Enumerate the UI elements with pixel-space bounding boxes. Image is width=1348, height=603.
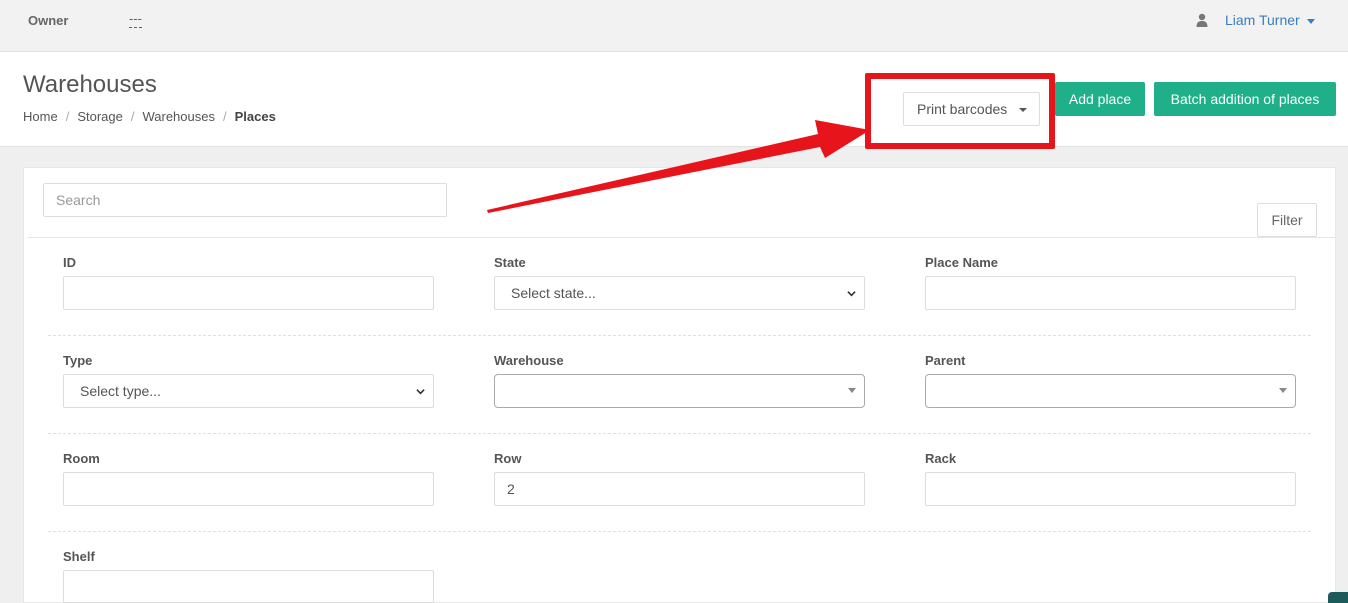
owner-label: Owner <box>28 13 69 28</box>
chevron-down-icon <box>847 291 856 297</box>
row-input[interactable]: 2 <box>494 472 865 506</box>
room-label: Room <box>63 451 100 466</box>
type-select[interactable]: Select type... <box>63 374 434 408</box>
state-select[interactable]: Select state... <box>494 276 865 310</box>
state-label: State <box>494 255 526 270</box>
breadcrumb-separator: / <box>65 109 70 124</box>
search-input[interactable] <box>43 183 447 217</box>
filter-button[interactable]: Filter <box>1257 203 1317 237</box>
state-select-value: Select state... <box>511 285 596 301</box>
page-title: Warehouses <box>23 71 157 98</box>
parent-label: Parent <box>925 353 966 368</box>
print-barcodes-label: Print barcodes <box>917 101 1008 117</box>
chevron-down-icon[interactable] <box>1307 19 1315 24</box>
id-label: ID <box>63 255 76 270</box>
caret-down-icon <box>1279 388 1287 393</box>
user-menu[interactable]: Liam Turner <box>1225 12 1300 28</box>
room-input[interactable] <box>63 472 434 506</box>
row-separator <box>48 433 1311 434</box>
batch-addition-button[interactable]: Batch addition of places <box>1154 82 1336 116</box>
caret-down-icon <box>848 388 856 393</box>
breadcrumb-home[interactable]: Home <box>23 109 58 124</box>
annotation-arrow-icon <box>487 120 870 213</box>
row-separator <box>48 531 1311 532</box>
divider <box>28 237 1336 238</box>
chat-widget-icon[interactable] <box>1328 592 1348 603</box>
top-bar: Owner --- Liam Turner <box>0 0 1348 52</box>
place-name-label: Place Name <box>925 255 998 270</box>
breadcrumb: Home / Storage / Warehouses / Places <box>23 109 276 124</box>
owner-selector[interactable]: --- <box>129 11 142 28</box>
shelf-input[interactable] <box>63 570 434 603</box>
caret-down-icon <box>1019 108 1027 112</box>
add-place-button[interactable]: Add place <box>1055 82 1145 116</box>
shelf-label: Shelf <box>63 549 95 564</box>
breadcrumb-storage[interactable]: Storage <box>77 109 123 124</box>
breadcrumb-separator: / <box>222 109 227 124</box>
warehouse-select[interactable] <box>494 374 865 408</box>
warehouse-label: Warehouse <box>494 353 564 368</box>
breadcrumb-places: Places <box>234 109 276 124</box>
row-label: Row <box>494 451 522 466</box>
type-select-value: Select type... <box>80 383 161 399</box>
place-name-input[interactable] <box>925 276 1296 310</box>
print-barcodes-button[interactable]: Print barcodes <box>903 92 1040 126</box>
id-input[interactable] <box>63 276 434 310</box>
chevron-down-icon <box>416 389 425 395</box>
parent-select[interactable] <box>925 374 1296 408</box>
rack-input[interactable] <box>925 472 1296 506</box>
row-separator <box>48 335 1311 336</box>
type-label: Type <box>63 353 93 368</box>
user-icon <box>1196 13 1208 27</box>
rack-label: Rack <box>925 451 957 466</box>
breadcrumb-separator: / <box>130 109 135 124</box>
breadcrumb-warehouses[interactable]: Warehouses <box>142 109 215 124</box>
